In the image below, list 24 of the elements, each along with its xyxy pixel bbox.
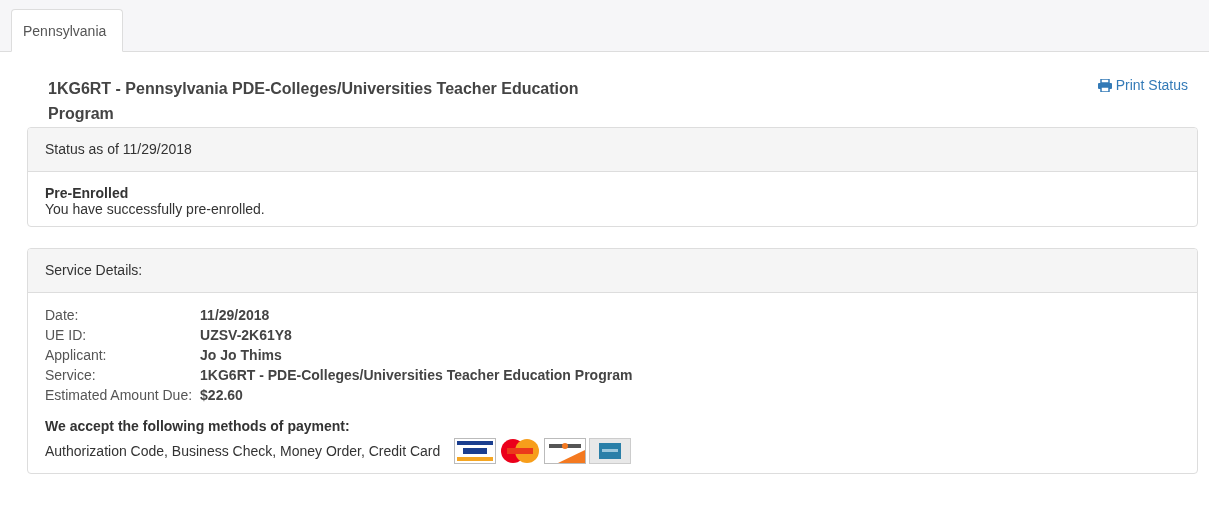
credit-card-icon <box>589 438 632 464</box>
detail-label: Applicant: <box>45 346 108 364</box>
detail-label: Estimated Amount Due: <box>45 386 193 404</box>
detail-value: UZSV-2K61Y8 <box>200 326 293 344</box>
detail-value: 11/29/2018 <box>200 306 271 324</box>
payment-heading: We accept the following methods of payment: <box>45 417 351 436</box>
detail-label: Service: <box>45 366 97 384</box>
payment-methods: Authorization Code, Business Check, Money Order, Credit Card <box>45 443 441 459</box>
panel-heading: Service Details: <box>28 249 1197 293</box>
detail-label: Date: <box>45 306 80 324</box>
detail-value: Jo Jo Thims <box>200 346 283 364</box>
print-link[interactable]: Print Status <box>1097 76 1188 94</box>
status-label: Pre-Enrolled <box>45 185 130 201</box>
page-title: 1KG6RT - Pennsylvania PDE-Colleges/Universities Teacher Education Program <box>48 79 580 124</box>
credit-card-icon <box>454 438 497 464</box>
credit-card-icon <box>544 438 587 464</box>
detail-value: $22.60 <box>200 386 244 404</box>
status-message: You have successfully pre-enrolled. <box>45 201 266 217</box>
credit-card-icon <box>499 438 542 464</box>
printer-icon <box>1097 78 1112 92</box>
detail-label: UE ID: <box>45 326 88 344</box>
tab[interactable]: Pennsylvania <box>11 9 124 52</box>
detail-value: 1KG6RT - PDE-Colleges/Universities Teacher Education Program <box>200 366 634 384</box>
panel-heading: Status as of 11/29/2018 <box>28 128 1197 172</box>
